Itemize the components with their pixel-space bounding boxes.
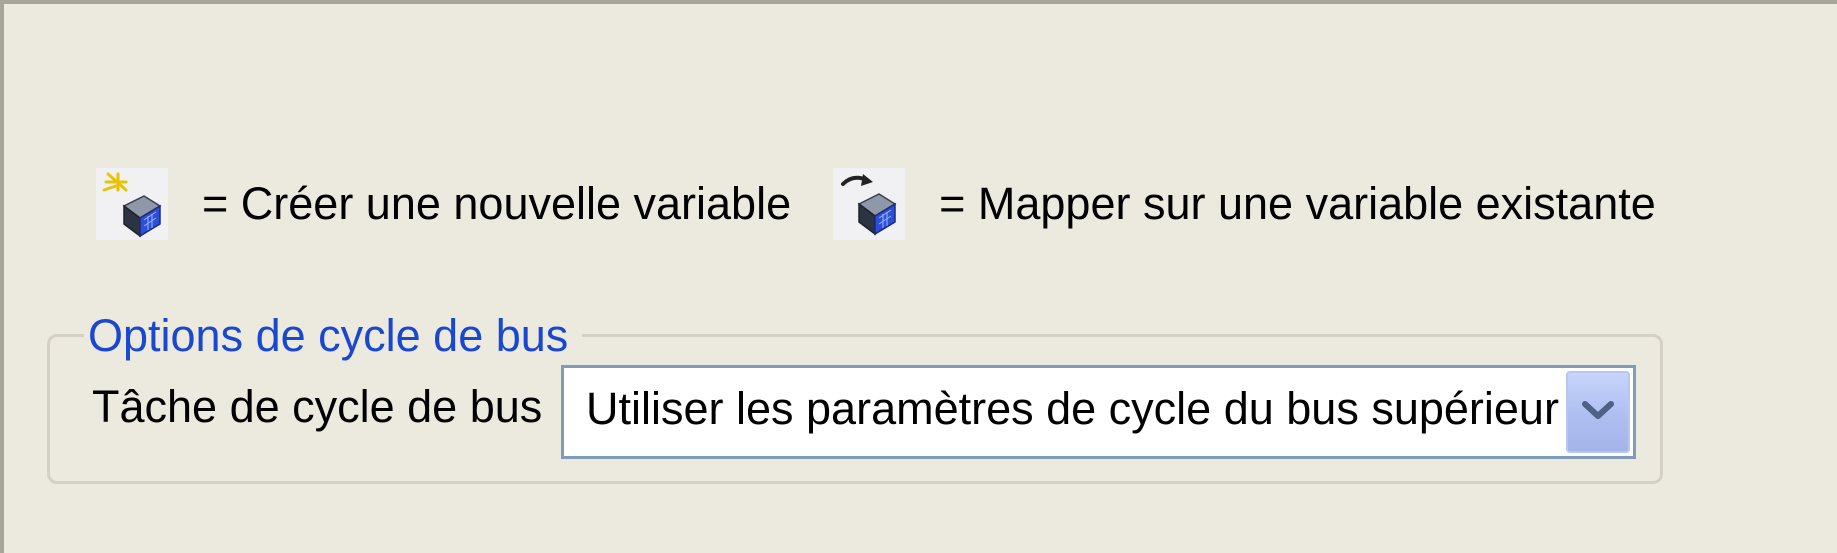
new-variable-legend-text: = Créer une nouvelle variable — [202, 178, 792, 229]
icon-legend: = Créer une nouvelle variable = Mapper s… — [96, 167, 1656, 241]
chevron-down-icon — [1581, 399, 1615, 426]
bus-cycle-options-group: Options de cycle de bus Tâche de cycle d… — [47, 310, 1663, 484]
bus-cycle-task-selected-value: Utiliser les paramètres de cycle du bus … — [586, 383, 1559, 434]
bus-config-panel: = Créer une nouvelle variable = Mapper s… — [0, 0, 1837, 553]
bus-cycle-task-label: Tâche de cycle de bus — [92, 381, 543, 432]
new-variable-icon — [96, 168, 168, 240]
bus-cycle-task-dropdown[interactable]: Utiliser les paramètres de cycle du bus … — [561, 365, 1636, 459]
bus-cycle-options-title: Options de cycle de bus — [84, 310, 583, 362]
dropdown-button[interactable] — [1566, 371, 1630, 453]
map-variable-legend-text: = Mapper sur une variable existante — [939, 178, 1656, 229]
map-variable-icon — [833, 168, 906, 240]
